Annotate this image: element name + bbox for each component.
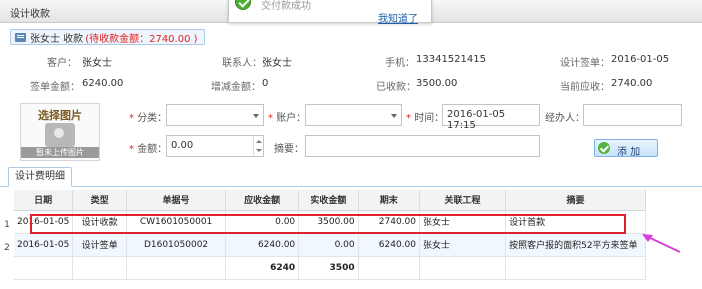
cell-project: 张女士 [419, 233, 507, 257]
cell-summary: 按照客户报的面积52平方来签单 [505, 233, 646, 257]
add-check-icon [598, 142, 610, 154]
toast-confirm-link[interactable]: 我知道了 [378, 10, 418, 25]
row-number: 1 [4, 220, 10, 230]
category-select[interactable] [166, 104, 264, 126]
image-placeholder-icon [45, 123, 75, 147]
add-button-label: 添 加 [617, 147, 641, 158]
design-sign-value: 2016-01-05 [611, 54, 670, 65]
toast-message: 交付款成功 [261, 1, 311, 12]
image-upload[interactable]: 选择图片 暂未上传图片 [20, 103, 100, 161]
handler-input[interactable] [583, 104, 682, 126]
receipt-section-header: 张女士 收款 (待收款金额：2740.00 ) [10, 29, 205, 45]
adjust-value: 0 [262, 78, 269, 89]
pointer-arrow-icon [642, 234, 681, 253]
col-header-doc[interactable]: 单据号 [126, 190, 227, 211]
category-label: * 分类： [129, 113, 168, 124]
col-header-project[interactable]: 关联工程 [419, 190, 507, 211]
handler-label: 经办人： [545, 113, 585, 124]
total-due: 6240 [225, 256, 300, 280]
sign-amount-value: 6240.00 [82, 78, 124, 89]
current-due-value: 2740.00 [611, 78, 653, 89]
cell-date: 2016-01-05 [14, 233, 74, 257]
phone-label: 手机： [385, 58, 415, 69]
col-header-summary[interactable]: 摘要 [505, 190, 646, 211]
customer-label: 客户： [47, 58, 77, 69]
window-title: 设计收款 [10, 9, 50, 20]
customer-receipt-title: 张女士 收款 [30, 33, 84, 45]
amount-input[interactable]: 0.00 [166, 135, 264, 157]
received-value: 3500.00 [416, 78, 458, 89]
time-input[interactable]: 2016-01-05 17:15 [442, 104, 540, 131]
cell-due: 6240.00 [225, 233, 300, 257]
customer-value: 张女士 [82, 58, 112, 69]
amount-value: 0.00 [171, 140, 194, 151]
tab-design-fee-detail[interactable]: 设计费明细 [8, 167, 72, 187]
pending-amount: (待收款金额：2740.00 ) [85, 33, 198, 45]
time-label: * 时间： [406, 113, 445, 124]
table-row[interactable]: 2016-01-05 设计签单 D1601050002 6240.00 0.00… [14, 233, 646, 257]
col-header-due[interactable]: 应收金额 [225, 190, 300, 211]
fee-detail-table: 日期 类型 单据号 应收金额 实收金额 期末 关联工程 摘要 2016-01-0… [14, 190, 646, 280]
summary-label: 摘要： [274, 144, 304, 155]
receipt-icon [15, 32, 26, 42]
account-select[interactable] [305, 104, 402, 126]
current-due-label: 当前应收： [560, 82, 610, 93]
summary-input[interactable] [305, 135, 540, 157]
cell-doc: D1601050002 [126, 233, 227, 257]
col-header-type[interactable]: 类型 [72, 190, 127, 211]
no-image-caption: 暂未上传图片 [21, 147, 99, 158]
cell-received: 0.00 [298, 233, 359, 257]
amount-label: * 金额： [129, 144, 168, 155]
amount-stepper[interactable] [253, 136, 263, 156]
received-label: 已收款： [376, 82, 416, 93]
total-received: 3500 [298, 256, 359, 280]
sign-amount-label: 签单金额： [30, 82, 80, 93]
row-number: 2 [4, 243, 10, 253]
success-check-icon [235, 0, 251, 10]
row-highlight-box [30, 214, 626, 234]
design-sign-label: 设计签单： [560, 58, 610, 69]
col-header-date[interactable]: 日期 [14, 190, 74, 211]
col-header-balance[interactable]: 期末 [358, 190, 420, 211]
tab-divider [0, 186, 702, 187]
col-header-received[interactable]: 实收金额 [298, 190, 359, 211]
table-header-row: 日期 类型 单据号 应收金额 实收金额 期末 关联工程 摘要 [14, 190, 646, 211]
contact-label: 联系人： [222, 58, 262, 69]
add-button[interactable]: 添 加 [594, 139, 658, 158]
cell-balance: 6240.00 [358, 233, 420, 257]
choose-image-label: 选择图片 [38, 109, 82, 122]
success-toast: 交付款成功 我知道了 [228, 0, 432, 25]
account-label: * 账户： [268, 113, 307, 124]
cell-type: 设计签单 [72, 233, 127, 257]
phone-value: 13341521415 [416, 54, 486, 65]
table-total-row: 6240 3500 [14, 256, 646, 280]
adjust-label: 增减金额： [211, 82, 261, 93]
contact-value: 张女士 [262, 58, 292, 69]
